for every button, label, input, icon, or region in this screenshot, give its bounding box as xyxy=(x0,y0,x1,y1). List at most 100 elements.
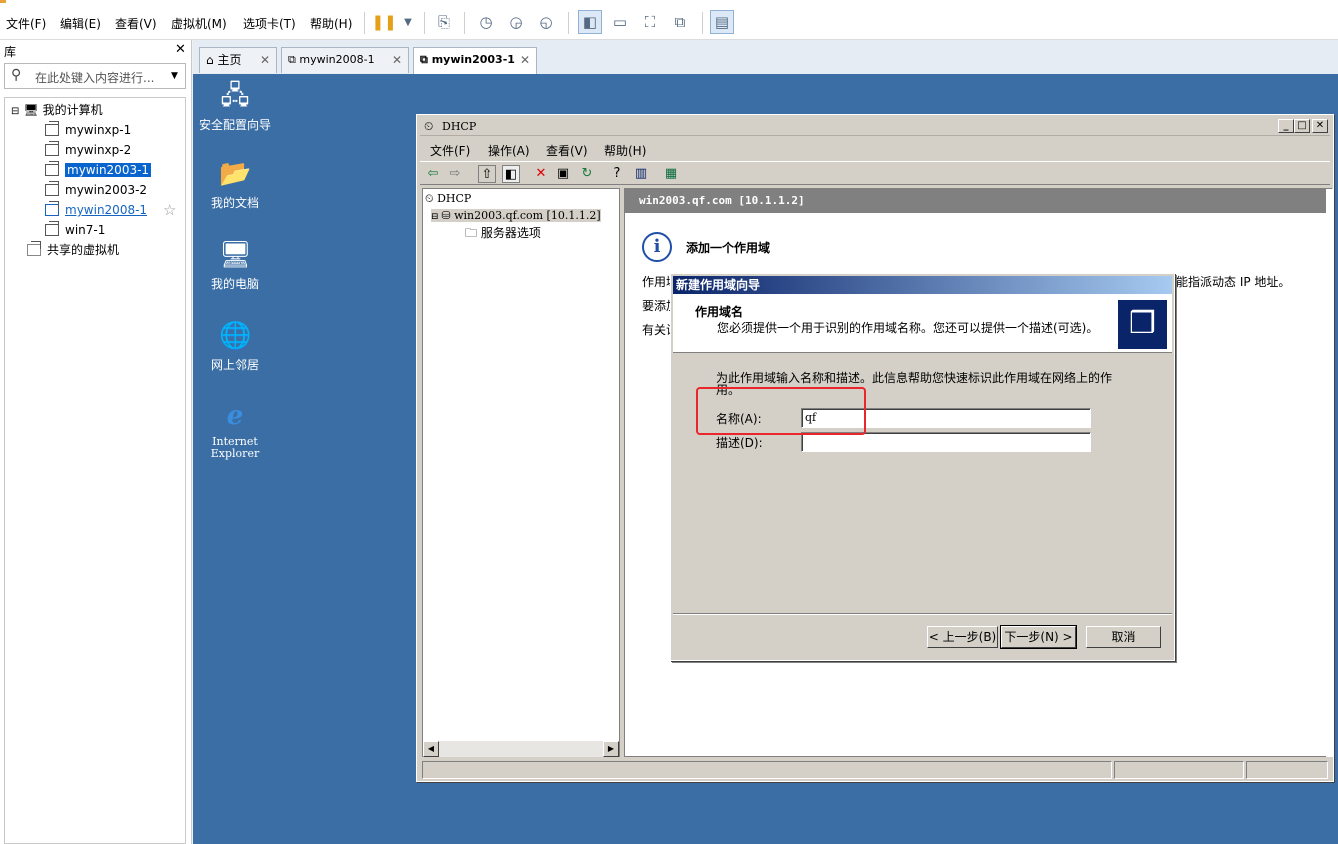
vm-icon xyxy=(45,181,59,196)
mmc-menu-action[interactable]: 操作(A) xyxy=(488,142,530,159)
scope-name-input[interactable]: qf xyxy=(801,408,1091,428)
menu-vm[interactable]: 虚拟机(M) xyxy=(171,15,227,32)
tab-mywin2008-1[interactable]: ⧉ mywin2008-1 ✕ xyxy=(281,47,409,73)
dhcp-toolbar: ⇦ ⇨ ⇧ ◧ ✕ ▣ ↻ ? ▥ ▦ xyxy=(420,161,1330,185)
vm-icon xyxy=(45,221,59,236)
vm-icon: ⧉ xyxy=(420,53,432,66)
cancel-button[interactable]: 取消 xyxy=(1086,626,1161,648)
close-icon[interactable]: ✕ xyxy=(520,48,530,72)
wizard-instruction: 为此作用域输入名称和描述。此信息帮助您快速标识此作用域在网络上的作用。 xyxy=(716,371,1113,397)
horizontal-scrollbar[interactable]: ◀ ▶ xyxy=(423,741,619,757)
dhcp-title: DHCP xyxy=(442,120,477,133)
delete-icon[interactable]: ✕ xyxy=(532,165,550,183)
menu-view[interactable]: 查看(V) xyxy=(115,15,157,32)
wizard-subheading: 您必须提供一个用于识别的作用域名称。您还可以提供一个描述(可选)。 xyxy=(717,321,1099,335)
tree-vm-mywin2003-2[interactable]: mywin2003-2 xyxy=(45,181,147,199)
dhcp-tree-pane: ⏲ DHCP ⊟ ⛁ win2003.qf.com [10.1.1.2] 🗀 服… xyxy=(422,188,620,757)
next-button[interactable]: 下一步(N) > xyxy=(1000,625,1077,649)
close-icon[interactable]: ✕ xyxy=(392,48,402,72)
library-header: 库 ✕ xyxy=(0,40,192,62)
tree-vm-mywinxp-2[interactable]: mywinxp-2 xyxy=(45,141,131,159)
back-icon[interactable]: ⇦ xyxy=(424,165,442,183)
vm-icon: ⧉ xyxy=(288,53,300,66)
vm-icon xyxy=(45,121,59,136)
maximize-icon[interactable]: □ xyxy=(1294,119,1310,133)
search-input[interactable]: 在此处键入内容进行... xyxy=(35,69,154,86)
monitor-icon[interactable]: ▦ xyxy=(662,165,680,183)
console-view-icon[interactable]: ▭ xyxy=(608,10,632,34)
wizard-divider xyxy=(673,613,1172,614)
library-search[interactable]: ⚲ 在此处键入内容进行... ▼ xyxy=(4,63,186,89)
library-tree: ⊟ 🖥 我的计算机 mywinxp-1 mywinxp-2 mywin2003-1 … xyxy=(4,97,186,844)
folder-icon: 🗀 xyxy=(465,226,481,240)
name-label: 名称(A): xyxy=(716,412,762,426)
info-icon: i xyxy=(642,232,672,262)
dhcp-titlebar: ⏲ DHCP _ □ ✕ xyxy=(420,118,1330,136)
security-wizard-icon: 🖧 xyxy=(220,81,250,111)
tree-server[interactable]: ⊟ ⛁ win2003.qf.com [10.1.1.2] xyxy=(431,209,601,222)
tree-shared-vms[interactable]: 共享的虚拟机 xyxy=(27,241,119,259)
menu-tabs[interactable]: 选项卡(T) xyxy=(243,15,296,32)
help-icon[interactable]: ? xyxy=(608,165,626,183)
menu-help[interactable]: 帮助(H) xyxy=(310,15,352,32)
unity-icon[interactable]: ⧉ xyxy=(668,10,692,34)
sidebar-toggle-icon[interactable]: ◧ xyxy=(578,10,602,34)
tree-server-options[interactable]: 🗀 服务器选项 xyxy=(465,224,541,245)
app-logo xyxy=(0,0,6,3)
desktop-icon-network[interactable]: 🌐 网上邻居 xyxy=(193,320,277,373)
tree-dhcp-root[interactable]: ⏲ DHCP xyxy=(425,192,471,206)
mmc-menu-view[interactable]: 查看(V) xyxy=(546,142,588,159)
tree-vm-win7-1[interactable]: win7-1 xyxy=(45,221,105,239)
revert-snapshot-icon[interactable]: ◶ xyxy=(504,10,528,34)
dropdown-icon[interactable]: ▼ xyxy=(396,10,420,34)
refresh-icon[interactable]: ↻ xyxy=(578,165,596,183)
tab-home[interactable]: ⌂ 主页 ✕ xyxy=(199,47,277,73)
up-level-icon[interactable]: ⇧ xyxy=(478,165,496,183)
library-view-icon[interactable]: ▤ xyxy=(710,10,734,34)
tree-vm-mywin2008-1[interactable]: mywin2008-1 xyxy=(45,201,147,219)
forward-icon[interactable]: ⇨ xyxy=(446,165,464,183)
snapshot-icon[interactable]: ◷ xyxy=(474,10,498,34)
star-icon[interactable]: ☆ xyxy=(163,201,176,219)
menu-file[interactable]: 文件(F) xyxy=(6,15,46,32)
server-icon: ⛁ xyxy=(441,209,455,222)
properties-icon[interactable]: ▣ xyxy=(554,165,572,183)
close-icon[interactable]: ✕ xyxy=(175,42,186,57)
desktop-icon-my-computer[interactable]: 🖥 我的电脑 xyxy=(193,239,277,292)
pause-icon[interactable]: ❚❚ xyxy=(371,10,396,34)
send-keys-icon[interactable]: ⎘ xyxy=(432,10,456,34)
network-icon: 🌐 xyxy=(219,321,252,351)
shared-vm-icon xyxy=(27,241,41,256)
scroll-left-icon[interactable]: ◀ xyxy=(423,741,439,757)
content-line-1-tail: 能指派动态 IP 地址。 xyxy=(1176,275,1291,289)
tree-vm-mywin2003-1[interactable]: mywin2003-1 xyxy=(45,161,152,179)
status-pane-1 xyxy=(422,761,1112,779)
tree-root-my-computer[interactable]: ⊟ 🖥 我的计算机 xyxy=(11,101,103,119)
desktop-icon-my-documents[interactable]: 📂 我的文档 xyxy=(193,158,277,211)
host-menubar: 文件(F) 编辑(E) 查看(V) 虚拟机(M) 选项卡(T) 帮助(H) ❚❚… xyxy=(0,6,1338,40)
desktop-icon-ie[interactable]: e Internet Explorer xyxy=(193,400,277,460)
minimize-icon[interactable]: _ xyxy=(1278,119,1294,133)
wizard-header: 作用域名 您必须提供一个用于识别的作用域名称。您还可以提供一个描述(可选)。 ❒ xyxy=(673,294,1172,353)
scope-description-input[interactable] xyxy=(801,432,1091,452)
close-icon[interactable]: ✕ xyxy=(1312,119,1328,133)
scroll-right-icon[interactable]: ▶ xyxy=(603,741,619,757)
tree-vm-mywinxp-1[interactable]: mywinxp-1 xyxy=(45,121,131,139)
action-pane-icon[interactable]: ▥ xyxy=(632,165,650,183)
back-button[interactable]: < 上一步(B) xyxy=(927,626,998,648)
wizard-title: 新建作用域向导 xyxy=(673,276,1172,294)
chevron-down-icon[interactable]: ▼ xyxy=(171,71,178,81)
dhcp-icon: ⏲ xyxy=(425,192,438,205)
menu-edit[interactable]: 编辑(E) xyxy=(60,15,101,32)
internet-explorer-icon: e xyxy=(226,401,244,431)
fullscreen-icon[interactable]: ⛶ xyxy=(638,10,662,34)
tab-mywin2003-1[interactable]: ⧉ mywin2003-1 ✕ xyxy=(413,47,537,74)
close-icon[interactable]: ✕ xyxy=(260,48,270,72)
snapshot-manager-icon[interactable]: ◵ xyxy=(534,10,558,34)
show-tree-icon[interactable]: ◧ xyxy=(502,165,520,183)
vm-icon xyxy=(45,161,59,176)
desktop-icon-security-wizard[interactable]: 🖧 安全配置向导 xyxy=(193,80,277,133)
mmc-menu-help[interactable]: 帮助(H) xyxy=(604,142,646,159)
mmc-menu-file[interactable]: 文件(F) xyxy=(430,142,470,159)
vertical-scrollbar[interactable] xyxy=(1326,189,1334,757)
